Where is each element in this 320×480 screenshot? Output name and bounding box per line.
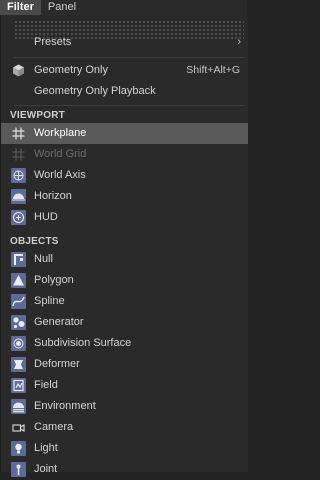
spline-icon (11, 294, 26, 309)
menu-item-world-axis[interactable]: World Axis (1, 165, 248, 186)
menu-item-label: Null (34, 253, 53, 265)
horizon-icon (11, 189, 26, 204)
menu-item-world-grid[interactable]: World Grid (1, 144, 248, 165)
menu-item-spline[interactable]: Spline (1, 291, 248, 312)
menu-bar: Filter Panel (0, 0, 247, 15)
menu-item-generator[interactable]: Generator (1, 312, 248, 333)
menu-item-label: Subdivision Surface (34, 337, 132, 349)
menu-item-null[interactable]: Null (1, 249, 248, 270)
menu-item-presets[interactable]: Presets › (1, 32, 248, 53)
menu-separator (14, 57, 244, 58)
menu-item-label: HUD (34, 211, 58, 223)
subdivision-surface-icon (11, 336, 26, 351)
menu-item-label: Presets (34, 36, 72, 48)
generator-icon (11, 315, 26, 330)
chevron-right-icon: › (237, 36, 241, 48)
deformer-icon (11, 357, 26, 372)
cube-icon (11, 63, 26, 78)
menu-item-label: Spline (34, 295, 65, 307)
menu-item-subdivision-surface[interactable]: Subdivision Surface (1, 333, 248, 354)
menu-item-label: Generator (34, 316, 84, 328)
field-icon (11, 378, 26, 393)
menu-item-label: Field (34, 379, 58, 391)
null-icon (11, 252, 26, 267)
workplane-icon (11, 126, 26, 141)
world-axis-icon (11, 168, 26, 183)
menu-item-label: World Axis (34, 169, 86, 181)
menu-item-polygon[interactable]: Polygon (1, 270, 248, 291)
menu-filter[interactable]: Filter (0, 0, 41, 15)
menu-item-environment[interactable]: Environment (1, 396, 248, 417)
menu-item-geometry-only-playback[interactable]: Geometry Only Playback (1, 81, 248, 102)
menu-item-label: Horizon (34, 190, 72, 202)
menu-item-label: Deformer (34, 358, 80, 370)
menu-panel[interactable]: Panel (41, 0, 83, 15)
menu-item-joint[interactable]: Joint (1, 459, 248, 480)
hud-icon (11, 210, 26, 225)
joint-icon (11, 462, 26, 477)
menu-item-label: Environment (34, 400, 96, 412)
light-icon (11, 441, 26, 456)
menu-item-field[interactable]: Field (1, 375, 248, 396)
menu-item-label: Workplane (34, 127, 87, 139)
section-header-viewport: VIEWPORT (10, 110, 65, 121)
menu-item-label: Light (34, 442, 58, 454)
menu-item-label: Polygon (34, 274, 74, 286)
environment-icon (11, 399, 26, 414)
menu-item-label: World Grid (34, 148, 87, 160)
menu-item-label: Geometry Only Playback (34, 85, 156, 97)
section-header-objects: OBJECTS (10, 236, 59, 247)
camera-icon (11, 420, 26, 435)
menu-item-label: Geometry Only (34, 64, 108, 76)
menu-separator (14, 105, 244, 106)
world-grid-icon (11, 147, 26, 162)
shortcut-label: Shift+Alt+G (186, 64, 240, 76)
menu-item-hud[interactable]: HUD (1, 207, 248, 228)
menu-item-camera[interactable]: Camera (1, 417, 248, 438)
menu-item-label: Camera (34, 421, 74, 433)
menu-item-horizon[interactable]: Horizon (1, 186, 248, 207)
polygon-icon (11, 273, 26, 288)
menu-item-label: Joint (34, 463, 58, 475)
filter-dropdown-menu: Presets › Geometry Only Shift+Alt+G Geom… (0, 15, 248, 477)
menu-item-light[interactable]: Light (1, 438, 248, 459)
menu-item-deformer[interactable]: Deformer (1, 354, 248, 375)
menu-item-workplane[interactable]: Workplane (1, 123, 248, 144)
menu-item-geometry-only[interactable]: Geometry Only Shift+Alt+G (1, 60, 248, 81)
